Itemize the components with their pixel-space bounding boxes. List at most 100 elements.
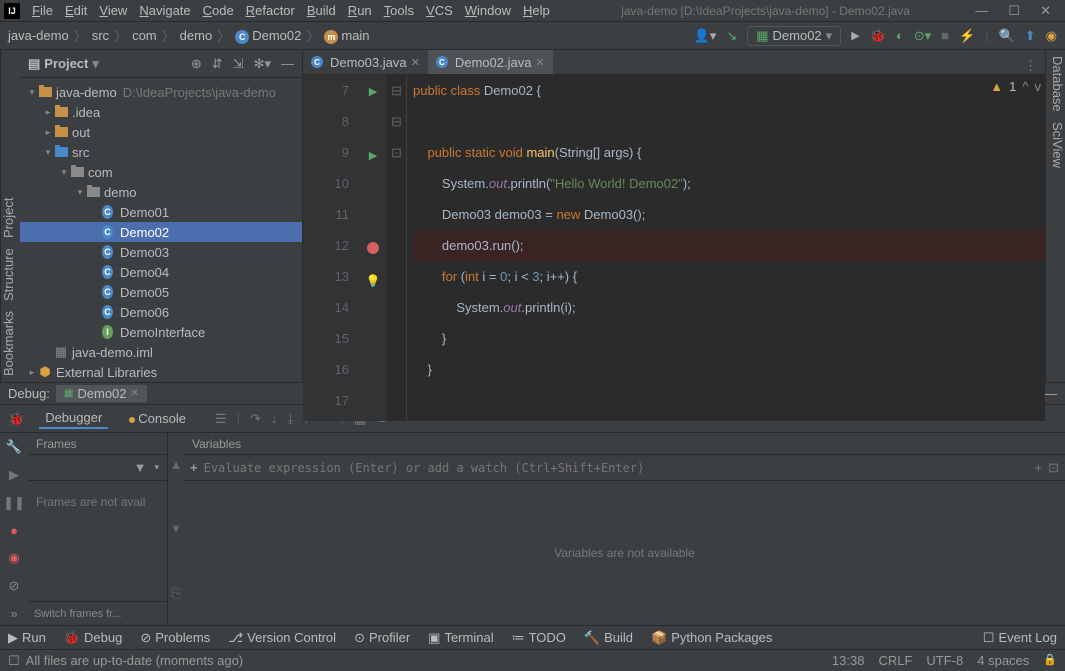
menu-tools[interactable]: Tools	[384, 3, 414, 18]
right-tab-database[interactable]: Database	[1046, 56, 1065, 112]
update-icon[interactable]: ⬆	[1025, 28, 1036, 44]
console-tab[interactable]: Console	[123, 409, 192, 428]
tree-out[interactable]: ▸out	[20, 122, 302, 142]
add-watch-icon[interactable]: +	[190, 460, 198, 475]
minimize-icon[interactable]: —	[975, 3, 988, 19]
left-tab-project[interactable]: Project	[1, 198, 20, 238]
inspection-widget[interactable]: ▲ 1 ^v	[990, 79, 1041, 94]
menu-vcs[interactable]: VCS	[426, 3, 453, 18]
pause-icon[interactable]: ❚❚	[3, 495, 25, 511]
run-gutter-icon[interactable]: ▶	[369, 150, 377, 162]
tree-class-demo02[interactable]: CDemo02	[20, 222, 302, 242]
mute-breakpoints-icon[interactable]: ⊘	[9, 578, 20, 594]
user-icon[interactable]: 👤▾	[694, 28, 717, 44]
close-tab-icon[interactable]: ✕	[535, 56, 544, 69]
menu-window[interactable]: Window	[465, 3, 511, 18]
close-tab-icon[interactable]: ✕	[411, 56, 420, 69]
tree-class-demo03[interactable]: CDemo03	[20, 242, 302, 262]
breadcrumb-item[interactable]: src	[92, 28, 109, 43]
tree-com[interactable]: ▾com	[20, 162, 302, 182]
up-arrow-icon[interactable]: ▲	[170, 457, 183, 472]
expand-all-icon[interactable]: ⇵	[212, 56, 223, 72]
menu-run[interactable]: Run	[348, 3, 372, 18]
code-editor[interactable]: ▲ 1 ^v 7891011121314151617 ▶ ▶ 💡 ⊟⊟⊡ pub…	[303, 75, 1045, 421]
collapse-all-icon[interactable]: ⇲	[233, 56, 244, 72]
menu-code[interactable]: Code	[203, 3, 234, 18]
left-tab-bookmarks[interactable]: Bookmarks	[1, 311, 20, 376]
debugger-tab[interactable]: Debugger	[39, 408, 108, 429]
menu-edit[interactable]: Edit	[65, 3, 87, 18]
tree-class-demointerface[interactable]: IDemoInterface	[20, 322, 302, 342]
status-encoding[interactable]: UTF-8	[926, 653, 963, 668]
git-actions-icon[interactable]: ⚡	[959, 28, 975, 44]
run-gutter-icon[interactable]: ▶	[369, 86, 377, 98]
tree-idea[interactable]: ▸.idea	[20, 102, 302, 122]
bottom-tab-build[interactable]: 🔨Build	[584, 630, 633, 646]
intention-bulb-icon[interactable]: 💡	[366, 274, 381, 288]
copy-icon[interactable]: ⎘	[171, 585, 181, 601]
debug-button[interactable]: 🐞	[870, 28, 886, 44]
more-actions-icon[interactable]: »	[10, 606, 17, 621]
search-everywhere-icon[interactable]: 🔍	[999, 28, 1015, 44]
bottom-tab-terminal[interactable]: ▣Terminal	[428, 630, 493, 646]
ide-icon[interactable]: ◉	[1046, 28, 1057, 44]
profile-button[interactable]: ⊙▾	[914, 28, 931, 44]
status-position[interactable]: 13:38	[832, 653, 865, 668]
project-tree[interactable]: ▾java-demoD:\IdeaProjects\java-demo▸.ide…	[20, 78, 302, 382]
tab-menu-icon[interactable]: ⋮	[1024, 58, 1037, 73]
menu-view[interactable]: View	[99, 3, 127, 18]
bottom-tab-todo[interactable]: ≔TODO	[512, 630, 566, 646]
add-watch-plus-icon[interactable]: +	[1035, 460, 1043, 475]
breadcrumb-item[interactable]: com	[132, 28, 157, 43]
close-icon[interactable]: ✕	[1040, 3, 1051, 19]
menu-build[interactable]: Build	[307, 3, 336, 18]
force-step-into-icon[interactable]: ⤓	[287, 411, 293, 427]
status-indent[interactable]: 4 spaces	[977, 653, 1029, 668]
watches-options-icon[interactable]: ⊡	[1048, 460, 1059, 476]
menu-help[interactable]: Help	[523, 3, 550, 18]
status-indicator-icon[interactable]: ☐	[8, 653, 20, 669]
down-arrow-icon[interactable]: ▼	[170, 521, 183, 536]
build-hammer-icon[interactable]: ↘	[726, 28, 737, 44]
bottom-tab-run[interactable]: ▶Run	[8, 630, 46, 646]
debug-rerun-icon[interactable]: 🐞	[8, 411, 24, 427]
breakpoint-icon[interactable]	[367, 242, 379, 254]
step-into-icon[interactable]: ↓	[271, 411, 278, 427]
stop-button[interactable]: ■	[941, 28, 949, 43]
frames-footer[interactable]: Switch frames fr...	[28, 601, 167, 625]
breadcrumb-item[interactable]: java-demo	[8, 28, 69, 43]
resume-icon[interactable]: ▶	[9, 467, 19, 483]
hide-panel-icon[interactable]: —	[281, 56, 294, 72]
right-tab-sciview[interactable]: SciView	[1046, 122, 1065, 168]
tree-demo[interactable]: ▾demo	[20, 182, 302, 202]
settings-icon[interactable]: ✻▾	[254, 56, 271, 72]
bottom-tab-event-log[interactable]: ☐Event Log	[983, 630, 1057, 646]
bottom-tab-python-packages[interactable]: 📦Python Packages	[651, 630, 772, 646]
bottom-tab-profiler[interactable]: ⊙Profiler	[354, 630, 410, 646]
menu-refactor[interactable]: Refactor	[246, 3, 295, 18]
tree-iml[interactable]: ▦java-demo.iml	[20, 342, 302, 362]
tree-class-demo01[interactable]: CDemo01	[20, 202, 302, 222]
tree-class-demo05[interactable]: CDemo05	[20, 282, 302, 302]
select-opened-icon[interactable]: ⊕	[191, 56, 202, 72]
tree-src[interactable]: ▾src	[20, 142, 302, 162]
evaluate-expression-input[interactable]	[204, 461, 1029, 475]
settings-wrench-icon[interactable]: 🔧	[6, 439, 22, 455]
bottom-tab-version-control[interactable]: ⎇Version Control	[228, 630, 336, 646]
tree-class-demo04[interactable]: CDemo04	[20, 262, 302, 282]
frames-view-icon[interactable]: ☰	[215, 411, 227, 427]
status-line-sep[interactable]: CRLF	[878, 653, 912, 668]
left-tab-structure[interactable]: Structure	[1, 248, 20, 301]
editor-tab[interactable]: CDemo03.java✕	[303, 50, 428, 74]
bottom-tab-problems[interactable]: ⊘Problems	[140, 630, 210, 646]
maximize-icon[interactable]: ☐	[1008, 3, 1020, 19]
coverage-button[interactable]: ◐	[896, 28, 904, 43]
breadcrumb-item[interactable]: demo	[180, 28, 213, 43]
view-breakpoints-icon[interactable]: ◉	[8, 550, 19, 566]
filter-icon[interactable]: ▼	[134, 460, 147, 475]
menu-navigate[interactable]: Navigate	[139, 3, 190, 18]
debug-session-tab[interactable]: ▦ Demo02 ✕	[56, 385, 147, 402]
code-text[interactable]: public class Demo02 { public static void…	[407, 75, 1045, 421]
readonly-lock-icon[interactable]: 🔒	[1043, 653, 1057, 668]
run-config-select[interactable]: ▦ Demo02 ▾	[747, 26, 841, 46]
